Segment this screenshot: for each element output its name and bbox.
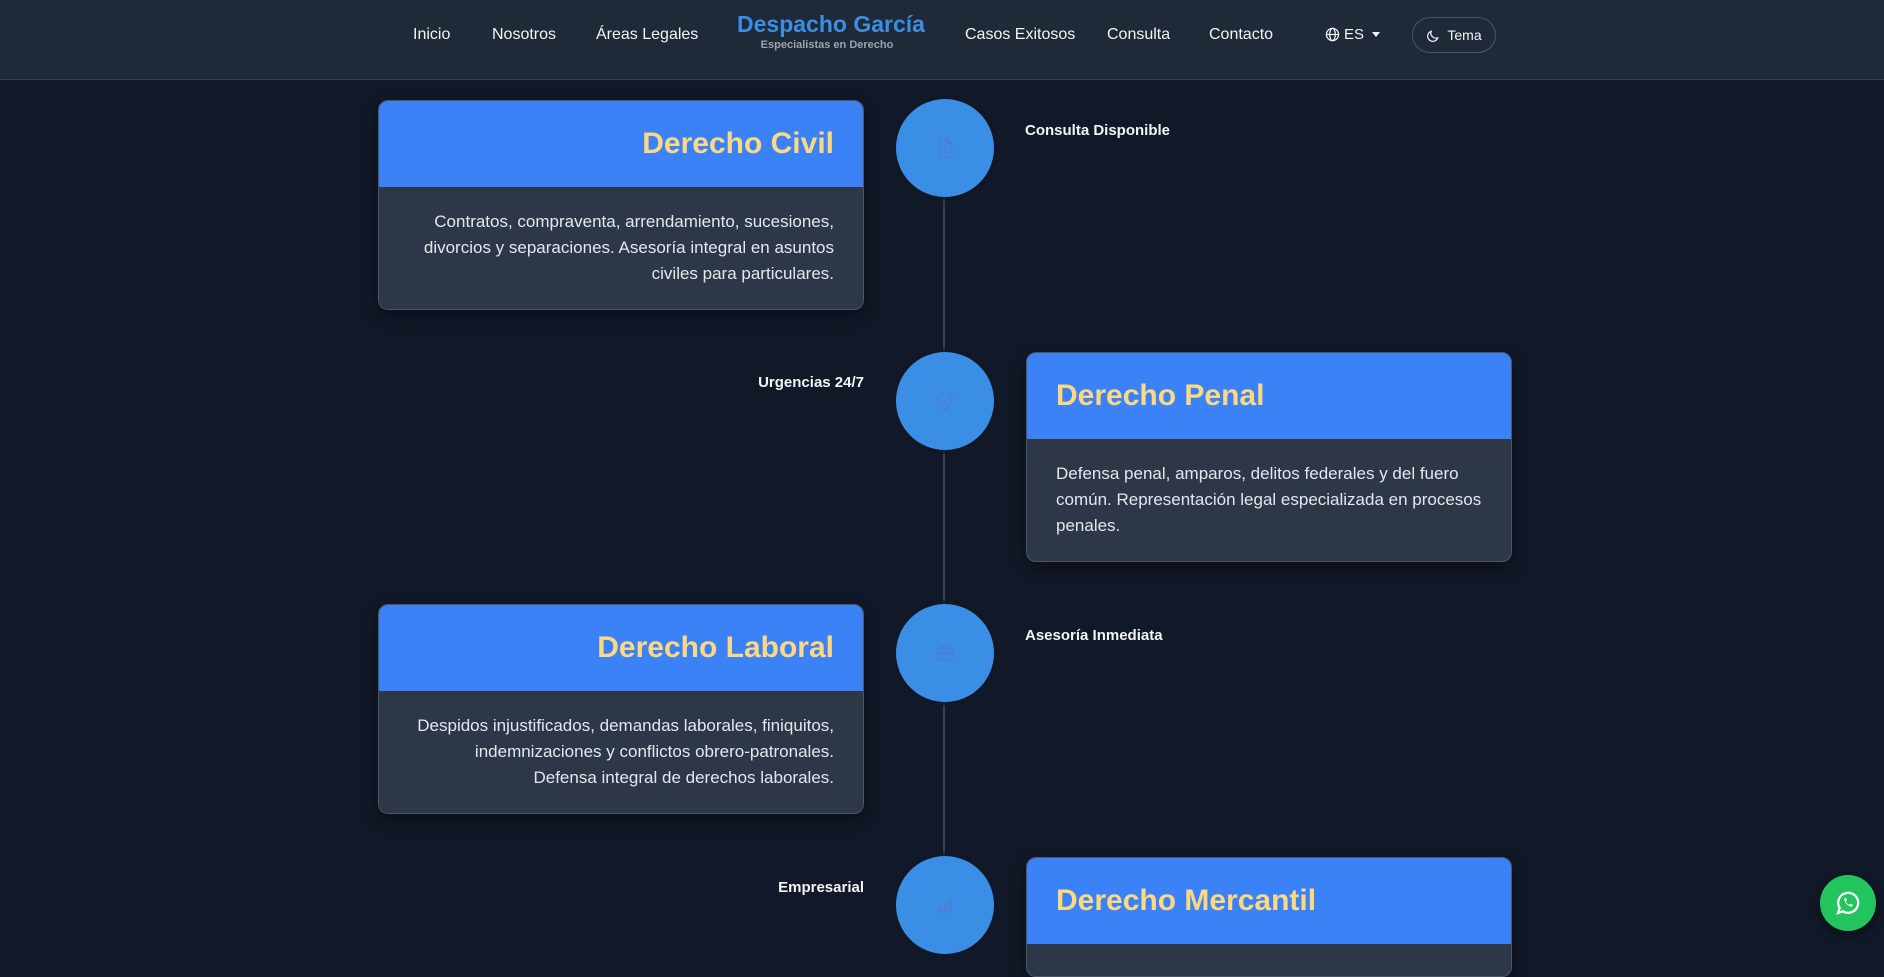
- card-header: Derecho Mercantil: [1027, 858, 1511, 944]
- area-tag: Consulta Disponible: [1025, 122, 1171, 139]
- card-description: Contratos, compraventa, arrendamiento, s…: [423, 212, 834, 283]
- theme-label: Tema: [1447, 27, 1482, 43]
- building-icon: [938, 899, 952, 913]
- site-header: Inicio Nosotros Áreas Legales Despacho G…: [0, 0, 1884, 80]
- nav-link-inicio[interactable]: Inicio: [413, 26, 450, 44]
- timeline-marker-mercantil: [896, 856, 994, 954]
- card-title: Derecho Civil: [642, 127, 834, 160]
- brand-title: Despacho García: [737, 11, 925, 37]
- globe-icon: [1325, 27, 1340, 42]
- area-card-civil[interactable]: Derecho Civil Contratos, compraventa, ar…: [378, 100, 864, 310]
- nav-link-areas-legales[interactable]: Áreas Legales: [596, 26, 698, 44]
- area-tag: Asesoría Inmediata: [1025, 627, 1163, 644]
- card-description: Despidos injustificados, demandas labora…: [417, 716, 834, 787]
- moon-icon: [1427, 29, 1440, 42]
- card-title: Derecho Laboral: [597, 631, 834, 664]
- briefcase-icon: [936, 645, 954, 661]
- timeline-marker-laboral: [896, 604, 994, 702]
- theme-toggle-button[interactable]: Tema: [1412, 17, 1496, 53]
- timeline-marker-penal: [896, 352, 994, 450]
- chevron-down-icon: [1372, 32, 1381, 37]
- card-description: Defensa penal, amparos, delitos federale…: [1056, 464, 1482, 535]
- area-card-penal[interactable]: Derecho Penal Defensa penal, amparos, de…: [1026, 352, 1512, 562]
- area-card-mercantil[interactable]: Derecho Mercantil: [1026, 857, 1512, 977]
- card-header: Derecho Penal: [1027, 353, 1511, 439]
- whatsapp-icon: [1836, 891, 1860, 915]
- language-selector[interactable]: ES: [1325, 26, 1381, 43]
- card-title: Derecho Mercantil: [1056, 884, 1317, 917]
- document-icon: [938, 138, 953, 158]
- nav-link-casos-exitosos[interactable]: Casos Exitosos: [965, 26, 1075, 44]
- timeline-marker-civil: [896, 99, 994, 197]
- card-header: Derecho Civil: [379, 101, 863, 187]
- language-label: ES: [1344, 26, 1365, 43]
- nav-link-contacto[interactable]: Contacto: [1209, 26, 1273, 44]
- shield-icon: [937, 391, 953, 411]
- area-tag: Urgencias 24/7: [758, 374, 864, 391]
- nav-link-nosotros[interactable]: Nosotros: [492, 26, 556, 44]
- whatsapp-button[interactable]: [1820, 875, 1876, 931]
- card-title: Derecho Penal: [1056, 379, 1265, 412]
- brand-logo[interactable]: Despacho García Especialistas en Derecho: [737, 11, 925, 52]
- nav-link-consulta[interactable]: Consulta: [1107, 26, 1170, 44]
- card-header: Derecho Laboral: [379, 605, 863, 691]
- brand-subtitle: Especialistas en Derecho: [760, 39, 894, 52]
- area-tag: Empresarial: [778, 879, 864, 896]
- timeline-line: [943, 150, 945, 945]
- area-card-laboral[interactable]: Derecho Laboral Despidos injustificados,…: [378, 604, 864, 814]
